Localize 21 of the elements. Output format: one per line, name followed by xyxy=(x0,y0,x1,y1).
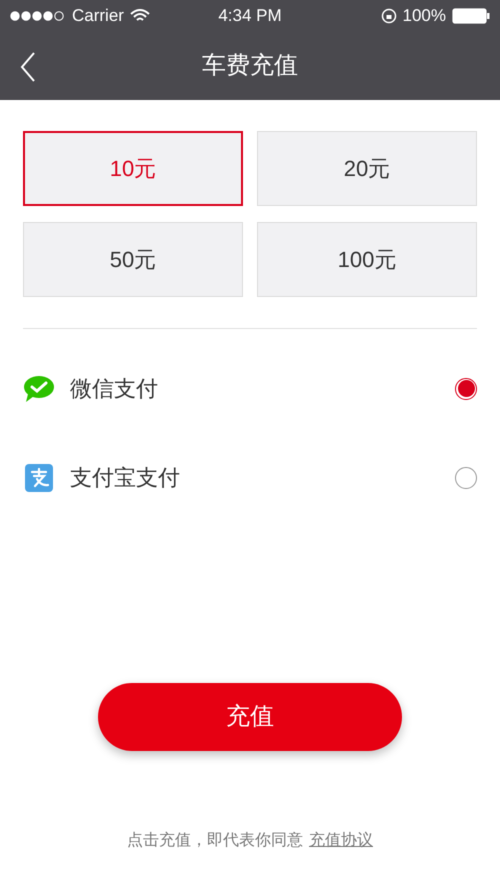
carrier-label: Carrier xyxy=(72,5,124,28)
payment-radio[interactable] xyxy=(455,466,477,488)
payment-method-label: 微信支付 xyxy=(70,375,159,403)
amount-option[interactable]: 20元 xyxy=(257,131,477,206)
chat-bubble-icon xyxy=(23,374,55,402)
battery-icon xyxy=(452,8,490,24)
amount-option[interactable]: 10元 xyxy=(23,131,243,206)
rotation-lock-icon xyxy=(380,8,397,24)
agreement-text: 点击充值，即代表你同意 xyxy=(127,830,303,851)
signal-icon xyxy=(10,11,66,21)
status-time: 4:34 PM xyxy=(217,5,283,28)
wifi-icon xyxy=(130,9,150,23)
amount-option[interactable]: 100元 xyxy=(257,222,477,297)
amount-option[interactable]: 50元 xyxy=(23,222,243,297)
recharge-button[interactable]: 充值 xyxy=(98,683,402,751)
payment-radio[interactable] xyxy=(455,378,477,400)
payment-method-label: 支付宝支付 xyxy=(70,464,181,492)
battery-percent: 100% xyxy=(402,5,446,28)
page-title: 车费充值 xyxy=(202,51,298,81)
back-icon xyxy=(20,52,36,82)
agreement-link[interactable]: 充值协议 xyxy=(309,829,373,853)
